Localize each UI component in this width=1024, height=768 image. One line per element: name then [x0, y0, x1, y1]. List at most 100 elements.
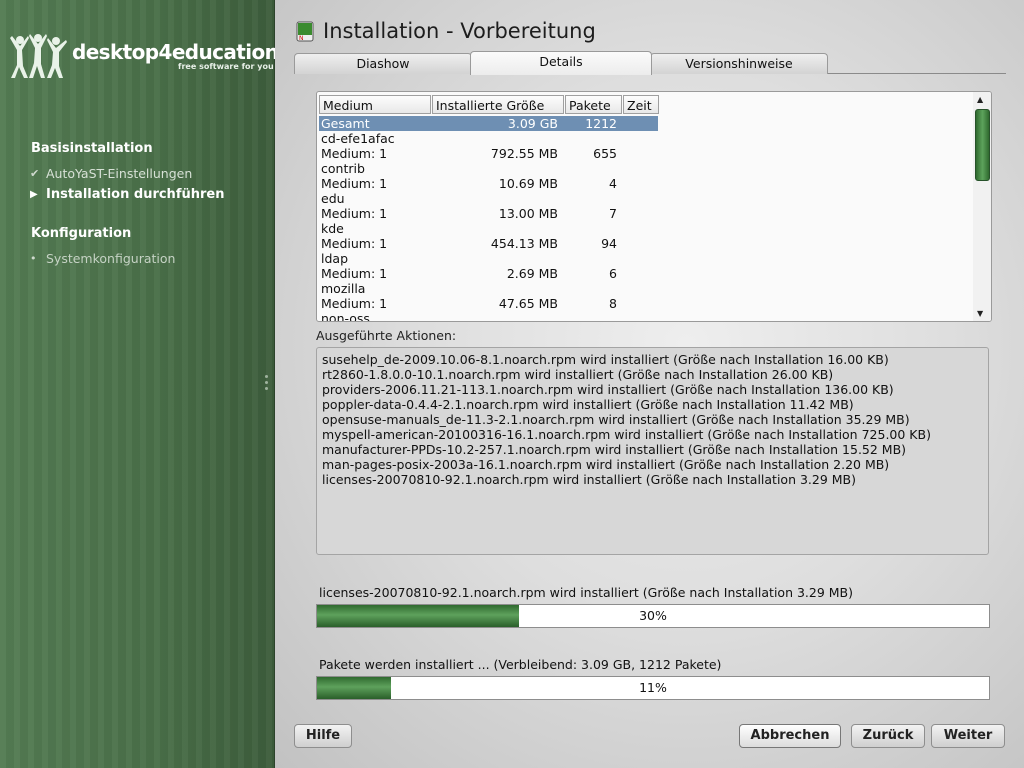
help-button[interactable]: Hilfe: [294, 724, 352, 748]
cell-medium: non-oss: [321, 311, 370, 321]
cell-medium: Medium: 1: [321, 236, 388, 251]
package-icon: N: [296, 21, 314, 42]
cell-medium: edu: [321, 191, 345, 206]
package-progress-label: licenses-20070810-92.1.noarch.rpm wird i…: [319, 585, 854, 600]
cell-time: [619, 116, 657, 131]
actions-label: Ausgeführte Aktionen:: [316, 328, 457, 343]
main-panel: N Installation - Vorbereitung Diashow De…: [275, 0, 1024, 768]
table-group-row[interactable]: non-oss: [319, 311, 969, 321]
cell-size: 10.69 MB: [498, 176, 558, 191]
table-group-row[interactable]: edu: [319, 191, 969, 206]
cell-medium: Medium: 1: [321, 176, 388, 191]
cell-time: [619, 266, 657, 281]
media-table[interactable]: Medium Installierte Größe Pakete Zeit Ge…: [316, 91, 992, 322]
cell-time: [619, 206, 657, 221]
cell-time: [619, 146, 657, 161]
table-header: Medium Installierte Größe Pakete Zeit: [319, 95, 660, 115]
sidebar: desktop4education free software for you …: [0, 0, 279, 768]
page-title: Installation - Vorbereitung: [323, 19, 596, 43]
abort-button[interactable]: Abbrechen: [739, 724, 841, 748]
step-autoyast: ✔ AutoYaST-Einstellungen: [30, 166, 192, 181]
back-button[interactable]: Zurück: [851, 724, 925, 748]
cell-medium: Medium: 1: [321, 296, 388, 311]
step-label: Systemkonfiguration: [46, 251, 176, 266]
total-progress-percent: 11%: [639, 680, 667, 695]
table-row[interactable]: Medium: 1 47.65 MB 8: [319, 296, 969, 311]
cell-medium: kde: [321, 221, 344, 236]
cell-medium: ldap: [321, 251, 349, 266]
step-systemkonfiguration: • Systemkonfiguration: [30, 251, 175, 266]
table-group-row[interactable]: ldap: [319, 251, 969, 266]
cell-time: [619, 296, 657, 311]
step-label: Installation durchführen: [46, 187, 225, 202]
brand-tagline: free software for you: [178, 62, 274, 71]
log-lines: susehelp_de-2009.10.06-8.1.noarch.rpm wi…: [322, 352, 931, 487]
log-line: providers-2006.11.21-113.1.noarch.rpm wi…: [322, 382, 894, 397]
total-progress-label: Pakete werden installiert ... (Verbleibe…: [319, 657, 722, 672]
step-installation: ▶ Installation durchführen: [30, 187, 224, 202]
log-line: licenses-20070810-92.1.noarch.rpm wird i…: [322, 472, 857, 487]
log-line: manufacturer-PPDs-10.2-257.1.noarch.rpm …: [322, 442, 907, 457]
log-line: rt2860-1.8.0.0-10.1.noarch.rpm wird inst…: [322, 367, 834, 382]
table-row[interactable]: Medium: 1 792.55 MB 655: [319, 146, 969, 161]
cell-time: [619, 176, 657, 191]
cell-medium: Medium: 1: [321, 146, 388, 161]
tab-versionshinweise[interactable]: Versionshinweise: [650, 53, 828, 74]
cell-medium: cd-efe1afac: [321, 131, 395, 146]
next-button[interactable]: Weiter: [931, 724, 1005, 748]
table-row[interactable]: Medium: 1 454.13 MB 94: [319, 236, 969, 251]
log-line: myspell-american-20100316-16.1.noarch.rp…: [322, 427, 931, 442]
cell-size: 47.65 MB: [498, 296, 558, 311]
column-header-medium[interactable]: Medium: [319, 95, 431, 114]
cell-medium: Medium: 1: [321, 266, 388, 281]
table-scrollbar[interactable]: ▲ ▼: [973, 92, 991, 321]
log-line: opensuse-manuals_de-11.3-2.1.noarch.rpm …: [322, 412, 910, 427]
arrow-right-icon: ▶: [30, 189, 38, 200]
scroll-down-icon[interactable]: ▼: [977, 309, 983, 318]
table-row[interactable]: Medium: 1 10.69 MB 4: [319, 176, 969, 191]
table-group-row[interactable]: contrib: [319, 161, 969, 176]
cell-packages: 94: [601, 236, 617, 251]
table-group-row[interactable]: mozilla: [319, 281, 969, 296]
actions-log[interactable]: susehelp_de-2009.10.06-8.1.noarch.rpm wi…: [316, 347, 989, 555]
cell-size: 454.13 MB: [490, 236, 558, 251]
brand-name: desktop4education: [72, 40, 279, 64]
table-body: Gesamt 3.09 GB 1212 cd-efe1afac Medium: 1 792…: [319, 116, 969, 321]
cell-medium: Gesamt: [321, 116, 370, 131]
column-header-packages[interactable]: Pakete: [565, 95, 622, 114]
check-icon: ✔: [30, 167, 40, 180]
cell-time: [619, 236, 657, 251]
cell-packages: 1212: [585, 116, 617, 131]
logo-people-icon: [10, 34, 67, 78]
table-row[interactable]: Medium: 1 13.00 MB 7: [319, 206, 969, 221]
scroll-thumb[interactable]: [975, 109, 990, 181]
bullet-icon: •: [30, 252, 37, 265]
cell-packages: 7: [609, 206, 617, 221]
tab-diashow[interactable]: Diashow: [294, 53, 472, 74]
cell-size: 2.69 MB: [506, 266, 558, 281]
cell-size: 13.00 MB: [498, 206, 558, 221]
log-line: susehelp_de-2009.10.06-8.1.noarch.rpm wi…: [322, 352, 889, 367]
log-line: poppler-data-0.4.4-2.1.noarch.rpm wird i…: [322, 397, 854, 412]
package-progress-bar: 30%: [316, 604, 990, 628]
svg-text:N: N: [299, 35, 304, 42]
log-line: man-pages-posix-2003a-16.1.noarch.rpm wi…: [322, 457, 890, 472]
table-row[interactable]: Gesamt 3.09 GB 1212: [319, 116, 658, 131]
table-group-row[interactable]: cd-efe1afac: [319, 131, 969, 146]
cell-packages: 655: [593, 146, 617, 161]
column-header-size[interactable]: Installierte Größe: [432, 95, 564, 114]
scroll-up-icon[interactable]: ▲: [977, 95, 983, 104]
cell-packages: 6: [609, 266, 617, 281]
resize-grip[interactable]: [265, 375, 269, 393]
tab-details[interactable]: Details: [470, 51, 652, 75]
section-basisinstallation: Basisinstallation: [31, 141, 153, 156]
total-progress-bar: 11%: [316, 676, 990, 700]
cell-medium: mozilla: [321, 281, 366, 296]
cell-packages: 4: [609, 176, 617, 191]
package-progress-percent: 30%: [639, 608, 667, 623]
cell-packages: 8: [609, 296, 617, 311]
column-header-time[interactable]: Zeit: [623, 95, 659, 114]
table-group-row[interactable]: kde: [319, 221, 969, 236]
tab-bar: Diashow Details Versionshinweise: [294, 51, 1006, 75]
table-row[interactable]: Medium: 1 2.69 MB 6: [319, 266, 969, 281]
